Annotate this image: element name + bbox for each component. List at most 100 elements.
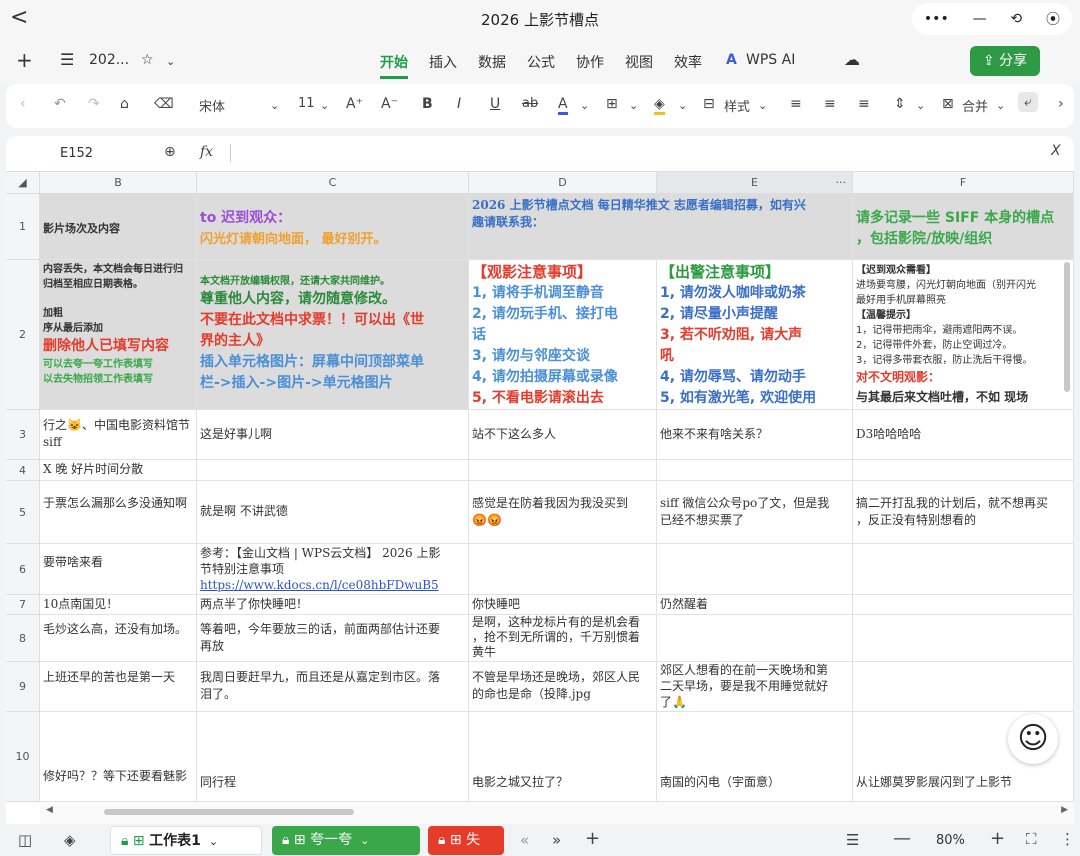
chevron-down-icon[interactable]: ⌄ <box>996 99 1005 112</box>
cell-b3[interactable]: 行之😺、中国电影资料馆节 siff <box>40 410 197 460</box>
wrap-text-icon[interactable]: ⤶ <box>1018 92 1038 112</box>
next-sheet-icon[interactable]: » <box>552 831 561 849</box>
cell-e3[interactable]: 他来不来有啥关系？ <box>657 410 853 460</box>
scroll-right-arrow-icon[interactable]: ▶ <box>1061 805 1068 815</box>
cell-b10[interactable]: 修好吗？？等下还要看魅影 <box>40 712 197 802</box>
column-header-c[interactable]: C <box>197 172 469 194</box>
cell-e5[interactable]: siff 微信公众号po了文，但是我 已经不想买票了 <box>657 481 853 544</box>
cell-f9[interactable] <box>853 662 1074 712</box>
cell-f2[interactable]: 【迟到观众需看】 进场要弯腰，闪光灯朝向地面（别开闪光 最好用手机屏幕照亮 【温… <box>853 260 1074 410</box>
cell-c3[interactable]: 这是好事儿啊 <box>197 410 469 460</box>
scroll-right-icon[interactable]: › <box>1058 96 1064 112</box>
layers-icon[interactable]: ◈ <box>64 831 76 849</box>
chevron-down-icon[interactable]: ⌄ <box>678 99 687 112</box>
cell-e9[interactable]: 郊区人想看的在前一天晚场和第 二天早场，要是我不用睡觉就好 了🙏 <box>657 662 853 712</box>
cell-c1[interactable]: to 迟到观众： 闪光灯请朝向地面， 最好别开。 <box>197 194 469 260</box>
cloud-icon[interactable]: ☁ <box>844 50 860 69</box>
scroll-left-arrow-icon[interactable]: ◀ <box>46 805 53 815</box>
style-icon[interactable]: ⊟ <box>703 96 715 112</box>
chevron-down-icon[interactable]: ⌄ <box>580 99 589 112</box>
chevron-down-icon[interactable]: ⌄ <box>758 99 767 112</box>
record-icon[interactable]: ⦿ <box>1046 9 1060 29</box>
cell-c6[interactable]: 参考：【金山文档 | WPS云文档】 2026 上影 节特别注意事项 https… <box>197 544 469 595</box>
sidebar-toggle-icon[interactable]: ◫ <box>18 831 32 849</box>
row-header[interactable]: 6 <box>6 544 40 595</box>
redo-icon[interactable]: ↷ <box>88 96 100 112</box>
cell-e7[interactable]: 仍然醒着 <box>657 595 853 615</box>
cell-f4[interactable] <box>853 460 1074 481</box>
column-header-e[interactable]: E ··· <box>657 172 853 194</box>
cell-b4[interactable]: X 晚 好片时间分散 <box>40 460 197 481</box>
align-center-icon[interactable]: ≡ <box>824 96 836 112</box>
cell-e4[interactable] <box>657 460 853 481</box>
merge-icon[interactable]: ⊠ <box>942 96 954 112</box>
column-header-f[interactable]: F <box>853 172 1074 194</box>
format-painter-icon[interactable]: ⌂ <box>120 96 129 112</box>
tab-formula[interactable]: 公式 <box>527 52 555 72</box>
chevron-down-icon[interactable]: ⌄ <box>320 99 329 112</box>
bold-icon[interactable]: B <box>422 96 433 112</box>
outline-icon[interactable]: ☰ <box>846 831 859 849</box>
cell-f3[interactable]: D3哈哈哈哈 <box>853 410 1074 460</box>
cell-b5[interactable]: 于票怎么漏那么多没通知啊 <box>40 481 197 544</box>
chevron-down-icon[interactable]: ⌄ <box>360 834 369 847</box>
underline-icon[interactable]: U <box>490 96 500 112</box>
scroll-left-icon[interactable]: ‹ <box>20 96 26 112</box>
cell-f8[interactable] <box>853 615 1074 662</box>
align-right-icon[interactable]: ≡ <box>858 96 870 112</box>
row-header[interactable]: 3 <box>6 410 40 460</box>
minimize-icon[interactable]: — <box>973 11 987 27</box>
select-all-corner[interactable]: ◢ <box>6 172 40 194</box>
border-icon[interactable]: ⊞ <box>606 96 618 112</box>
cell-c8[interactable]: 等着吧，今年要放三的话，前面两部估计还要 再放 <box>197 615 469 662</box>
tab-view[interactable]: 视图 <box>625 52 653 72</box>
cell-d3[interactable]: 站不下这么多人 <box>469 410 657 460</box>
strikethrough-icon[interactable]: ab <box>522 96 538 111</box>
cell-e8[interactable] <box>657 615 853 662</box>
chevron-down-icon[interactable]: ⌄ <box>166 55 175 68</box>
cell-c9[interactable]: 我周日要赶早九，而且还是从嘉定到市区。落 泪了。 <box>197 662 469 712</box>
increase-font-icon[interactable]: A⁺ <box>346 96 363 112</box>
tab-data[interactable]: 数据 <box>478 52 506 72</box>
row-header[interactable]: 9 <box>6 662 40 712</box>
cell-d8[interactable]: 是啊，这种龙标片有的是机会看 ，抢不到无所谓的，千万别惯着 黄牛 <box>469 615 657 662</box>
row-header[interactable]: 7 <box>6 595 40 615</box>
more-icon[interactable]: ··· <box>836 172 847 194</box>
vertical-align-icon[interactable]: ⇕ <box>894 96 906 112</box>
row-header[interactable]: 1 <box>6 194 40 260</box>
merge-button[interactable]: 合并 <box>962 96 988 115</box>
cell-b2[interactable]: 内容丢失，本文档会每日进行归 归档至相应日期表格。 加粗 序从最后添加 删除他人… <box>40 260 197 410</box>
cell-d2[interactable]: 【观影注意事项】 1, 请将手机调至静音 2, 请勿玩手机、接打电 话 3, 请… <box>469 260 657 410</box>
vertical-scrollbar[interactable] <box>1064 262 1070 392</box>
cell-c10[interactable]: 同行程 <box>197 712 469 802</box>
cell-d1-merged[interactable]: 2026 上影节槽点文档 每日精华推文 志愿者编辑招募，如有兴 趣请联系我： <box>469 194 853 260</box>
cell-d7[interactable]: 你快睡吧 <box>469 595 657 615</box>
fill-color-icon[interactable]: ◈ <box>654 96 665 115</box>
cell-e6[interactable] <box>657 544 853 595</box>
cell-b1[interactable]: 影片场次及内容 <box>40 194 197 260</box>
document-link[interactable]: https://www.kdocs.cn/l/ce08hbFDwuB5 <box>200 577 465 593</box>
chevron-down-icon[interactable]: ⌄ <box>209 835 218 848</box>
cell-f5[interactable]: 搞二开打乱我的计划后，就不想再买 ，反正没有特别想看的 <box>853 481 1074 544</box>
tab-praise[interactable]: 🔒︎ ⊞ 夸一夸 ⌄ <box>272 826 420 855</box>
chevron-down-icon[interactable]: ⌄ <box>629 99 638 112</box>
cell-b8[interactable]: 毛炒这么高，还没有加场。 <box>40 615 197 662</box>
cell-f7[interactable] <box>853 595 1074 615</box>
tab-insert[interactable]: 插入 <box>429 52 457 72</box>
row-header[interactable]: 8 <box>6 615 40 662</box>
cell-d5[interactable]: 感觉是在防着我因为我没买到 😡😡 <box>469 481 657 544</box>
more-icon[interactable]: ⋮ <box>1060 830 1075 848</box>
horizontal-scrollbar[interactable] <box>104 809 354 815</box>
expand-icon[interactable]: X <box>1051 143 1061 159</box>
column-header-d[interactable]: D <box>469 172 657 194</box>
undo-icon[interactable]: ↶ <box>54 96 66 112</box>
eraser-icon[interactable]: ⌫ <box>154 96 174 112</box>
row-header[interactable]: 4 <box>6 460 40 481</box>
zoom-in-icon[interactable]: + <box>990 828 1005 849</box>
tab-wps-ai[interactable]: WPS AI <box>746 52 795 68</box>
spreadsheet-grid[interactable]: ◢ B C D E ··· F 1 影片场次及内容 to 迟到观众： 闪光灯请朝向… <box>6 172 1074 824</box>
row-header[interactable]: 5 <box>6 481 40 544</box>
star-icon[interactable]: ☆ <box>141 52 154 68</box>
tab-sheet1[interactable]: 🔒︎ ⊞ 工作表1 ⌄ <box>110 826 262 855</box>
row-header[interactable]: 10 <box>6 712 40 802</box>
